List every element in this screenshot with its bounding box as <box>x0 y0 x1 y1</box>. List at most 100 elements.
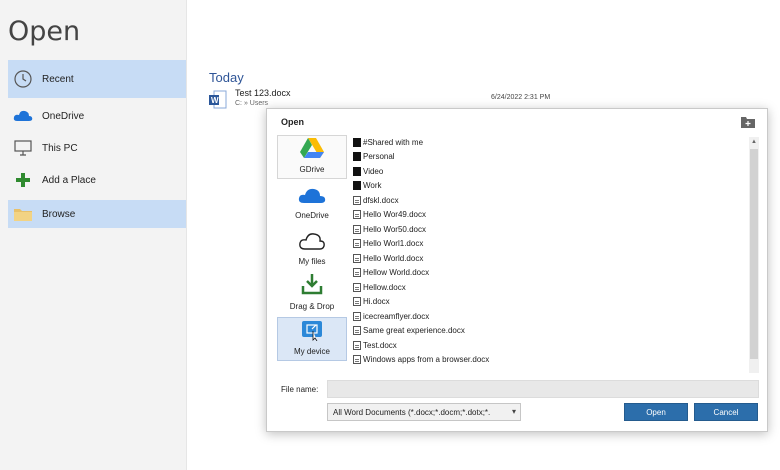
computer-icon <box>12 137 34 159</box>
source-dragdrop[interactable]: Drag & Drop <box>277 272 347 316</box>
file-list-item[interactable]: icecreamflyer.docx <box>353 309 745 324</box>
folder-icon <box>353 137 361 147</box>
document-icon <box>353 282 361 292</box>
file-list-item[interactable]: Hello Wor50.docx <box>353 222 745 237</box>
file-list-item[interactable]: Test.docx <box>353 338 745 353</box>
document-icon <box>353 210 361 220</box>
file-list-item[interactable]: Work <box>353 179 745 194</box>
recent-file-name: Test 123.docx <box>235 88 291 98</box>
open-dialog: Open GDrive OneDrive My files Drag & Dro… <box>266 108 768 432</box>
folder-icon <box>353 181 361 191</box>
file-name: Hi.docx <box>363 297 390 307</box>
file-name: dfskl.docx <box>363 195 399 205</box>
file-name: Hello Wor50.docx <box>363 224 426 234</box>
document-icon <box>353 195 361 205</box>
nav-item-label: This PC <box>42 142 78 154</box>
file-list-item[interactable]: Hello World.docx <box>353 251 745 266</box>
document-icon <box>353 224 361 234</box>
nav-item-browse[interactable]: Browse <box>8 200 186 228</box>
google-drive-icon <box>299 137 325 161</box>
scroll-thumb[interactable] <box>750 149 758 359</box>
file-name: Windows apps from a browser.docx <box>363 355 490 365</box>
nav-item-addplace[interactable]: Add a Place <box>8 168 186 192</box>
file-list-item[interactable]: Windows apps from a browser.docx <box>353 353 745 368</box>
document-icon <box>353 253 361 263</box>
source-label: Drag & Drop <box>289 302 335 311</box>
nav-item-thispc[interactable]: This PC <box>8 136 186 160</box>
source-gdrive[interactable]: GDrive <box>277 135 347 179</box>
folder-icon <box>353 152 361 162</box>
file-list-item[interactable]: Video <box>353 164 745 179</box>
file-list-item[interactable]: Hi.docx <box>353 295 745 310</box>
cancel-button[interactable]: Cancel <box>694 403 758 421</box>
file-type-select[interactable]: All Word Documents (*.docx;*.docm;*.dotx… <box>327 403 521 421</box>
source-list: GDrive OneDrive My files Drag & Drop My … <box>277 135 347 361</box>
nav-item-label: OneDrive <box>42 110 85 122</box>
file-name: Same great experience.docx <box>363 326 465 336</box>
file-list: #Shared with me Personal Video Work dfskl.do… <box>353 135 745 375</box>
file-list-item[interactable]: Hello Wor49.docx <box>353 208 745 223</box>
word-doc-icon: W <box>209 90 227 110</box>
file-name: Hello Worl1.docx <box>363 239 424 249</box>
cloud-icon <box>298 187 326 207</box>
file-list-item[interactable]: dfskl.docx <box>353 193 745 208</box>
source-myfiles[interactable]: My files <box>277 227 347 271</box>
new-folder-icon[interactable] <box>741 115 755 128</box>
file-list-item[interactable]: Same great experience.docx <box>353 324 745 339</box>
document-icon <box>353 297 361 307</box>
file-name: Work <box>363 181 382 191</box>
file-name: Personal <box>363 152 395 162</box>
file-name: Hello Wor49.docx <box>363 210 426 220</box>
nav-item-recent[interactable]: Recent <box>8 60 186 98</box>
file-name: Hellow.docx <box>363 282 406 292</box>
source-label: OneDrive <box>295 211 329 220</box>
document-icon <box>353 239 361 249</box>
source-mydevice[interactable]: My device <box>277 317 347 361</box>
svg-text:W: W <box>211 96 219 105</box>
file-list-item[interactable]: Hellow World.docx <box>353 266 745 281</box>
filename-input[interactable] <box>327 380 759 398</box>
open-button[interactable]: Open <box>624 403 688 421</box>
nav-item-label: Add a Place <box>42 174 96 186</box>
document-icon <box>353 326 361 336</box>
file-list-item[interactable]: Personal <box>353 150 745 165</box>
file-name: icecreamflyer.docx <box>363 311 430 321</box>
today-heading: Today <box>209 70 244 85</box>
nav-item-label: Recent <box>42 73 74 85</box>
document-icon <box>353 355 361 365</box>
source-label: GDrive <box>299 165 325 174</box>
chevron-down-icon: ▾ <box>511 407 516 416</box>
folder-icon <box>12 203 34 225</box>
dialog-title: Open <box>281 117 305 127</box>
source-onedrive[interactable]: OneDrive <box>277 181 347 225</box>
file-type-selected: All Word Documents (*.docx;*.docm;*.dotx… <box>333 407 491 417</box>
recent-file-item[interactable]: W Test 123.docx C: » Users 6/24/2022 2:3… <box>209 88 769 110</box>
recent-file-date: 6/24/2022 2:31 PM <box>491 94 551 101</box>
plus-icon <box>12 169 34 191</box>
device-icon <box>300 319 324 343</box>
file-name: #Shared with me <box>363 137 424 147</box>
scroll-up-icon[interactable]: ▲ <box>751 139 757 145</box>
page-title: Open <box>8 16 81 47</box>
file-name: Test.docx <box>363 340 397 350</box>
download-icon <box>300 272 324 298</box>
clock-icon <box>12 68 34 90</box>
file-name: Video <box>363 166 384 176</box>
recent-file-path: C: » Users <box>235 100 269 107</box>
folder-icon <box>353 166 361 176</box>
file-list-scrollbar[interactable]: ▲ <box>749 137 759 373</box>
nav-item-label: Browse <box>42 208 76 220</box>
file-list-item[interactable]: #Shared with me <box>353 135 745 150</box>
document-icon <box>353 268 361 278</box>
file-name: Hello World.docx <box>363 253 424 263</box>
cloud-icon <box>12 105 34 127</box>
backstage-nav: Open Recent OneDrive This PC Add a Place… <box>0 0 187 470</box>
source-label: My device <box>293 347 330 356</box>
filename-label: File name: <box>281 385 319 394</box>
file-list-item[interactable]: Hello Worl1.docx <box>353 237 745 252</box>
file-list-item[interactable]: Hellow.docx <box>353 280 745 295</box>
source-label: My files <box>298 257 326 266</box>
nav-item-onedrive[interactable]: OneDrive <box>8 104 186 128</box>
file-name: Hellow World.docx <box>363 268 430 278</box>
cloud-outline-icon <box>298 231 326 253</box>
